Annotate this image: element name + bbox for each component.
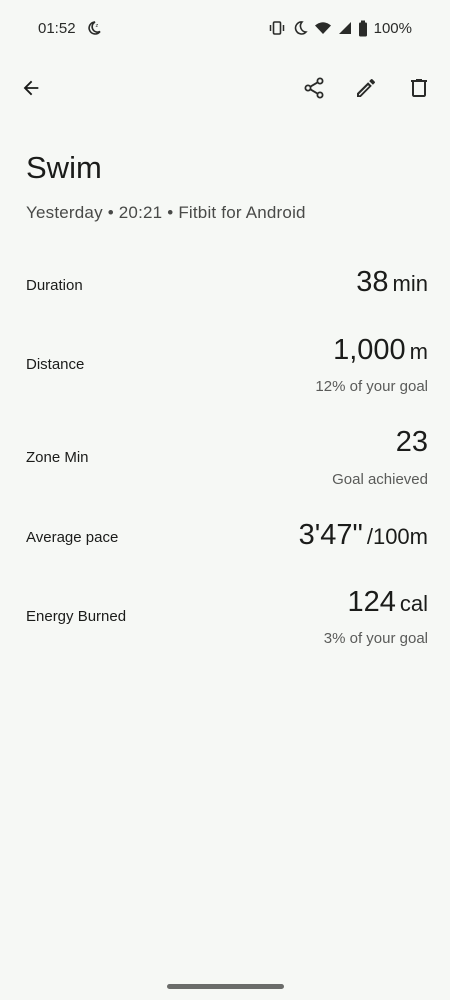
- signal-icon: [338, 20, 352, 36]
- metric-unit: m: [409, 339, 428, 364]
- metric-value: 38 min: [356, 266, 428, 299]
- status-time: 01:52: [38, 19, 76, 37]
- metric-unit: cal: [399, 591, 428, 616]
- metric-unit: min: [392, 271, 428, 296]
- metric-goal-text: 12% of your goal: [315, 378, 428, 395]
- night-mode-icon: [292, 20, 308, 36]
- page-title: Swim: [26, 150, 102, 185]
- metric-number: 1,000: [333, 334, 406, 366]
- back-button[interactable]: [11, 70, 51, 110]
- trash-icon: [407, 76, 431, 105]
- svg-text:z: z: [95, 23, 98, 29]
- metric-value: 23: [396, 426, 428, 459]
- metric-goal-text: Goal achieved: [332, 471, 428, 488]
- vibrate-icon: [268, 20, 286, 36]
- share-icon: [302, 76, 326, 105]
- battery-percent: 100%: [373, 19, 412, 37]
- metric-label: Zone Min: [26, 449, 89, 466]
- metric-label: Duration: [26, 277, 83, 294]
- metric-value: 3'47"/100m: [299, 519, 428, 552]
- metric-value: 1,000 m: [333, 334, 428, 367]
- dnd-moon-icon: z: [86, 20, 102, 36]
- metric-value: 124 cal: [347, 586, 428, 619]
- metric-label: Energy Burned: [26, 608, 127, 625]
- metric-label: Distance: [26, 356, 85, 373]
- arrow-back-icon: [20, 77, 42, 104]
- battery-icon: [358, 20, 368, 37]
- wifi-icon: [314, 20, 332, 36]
- metric-goal-text: 3% of your goal: [323, 630, 428, 647]
- metric-number: 124: [347, 586, 396, 618]
- edit-button[interactable]: [346, 70, 386, 110]
- metric-number: 23: [395, 426, 428, 458]
- status-bar: 01:52 z 100%: [0, 0, 450, 56]
- metric-label: Average pace: [26, 529, 119, 546]
- delete-button[interactable]: [399, 70, 439, 110]
- metric-unit: /100m: [366, 524, 428, 549]
- share-button[interactable]: [294, 70, 334, 110]
- activity-subtitle: Yesterday • 20:21 • Fitbit for Android: [26, 203, 306, 222]
- app-bar: [0, 62, 450, 118]
- metric-number: 3'47": [298, 519, 363, 551]
- pencil-icon: [354, 76, 378, 105]
- home-indicator[interactable]: [167, 984, 284, 989]
- metric-number: 38: [356, 266, 389, 298]
